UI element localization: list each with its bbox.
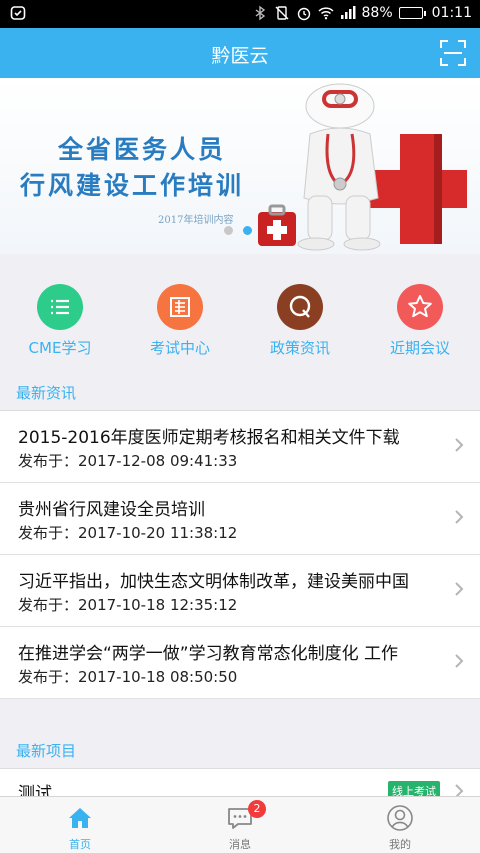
signal-icon [340,6,356,19]
carousel-dot[interactable] [224,226,233,235]
clock: 01:11 [431,5,472,21]
bluetooth-icon [255,5,265,21]
quick-link-exam[interactable]: 考试中心 [120,254,240,372]
news-title: 习近平指出，加快生态文明体制改革，建设美丽中国 [18,572,409,592]
chevron-right-icon [455,510,464,524]
news-item[interactable]: 在推进学会“两学一做”学习教育常态化制度化 工作 发布于：2017-10-18 … [0,627,480,699]
tab-messages[interactable]: 2 消息 [160,797,320,853]
vibrate-off-icon [275,6,289,20]
list-icon [37,284,83,330]
quick-link-label: 近期会议 [389,339,450,357]
tab-label: 首页 [69,838,91,851]
tab-profile[interactable]: 我的 [320,797,480,853]
quick-link-label: 政策资讯 [269,339,330,357]
news-date: 发布于：2017-12-08 09:41:33 [18,452,238,470]
carousel-indicator [224,226,252,235]
quick-link-cme[interactable]: CME学习 [0,254,120,372]
news-title: 贵州省行风建设全员培训 [18,500,205,520]
doctor-illustration [258,83,467,251]
news-title: 在推进学会“两学一做”学习教育常态化制度化 工作 [18,644,399,664]
chevron-right-icon [455,582,464,596]
chevron-right-icon [455,438,464,452]
projects-section-title: 最新项目 [16,742,77,760]
bottom-tab-bar: 首页 2 消息 我的 [0,796,480,853]
battery-percent: 88% [361,5,393,21]
banner-headline-2: 行风建设工作培训 [20,171,245,200]
banner-headline-1: 全省医务人员 [58,135,227,164]
home-icon [69,808,91,828]
quick-links: CME学习 考试中心 政策资讯 近期会议 [0,254,480,372]
exam-sheet-icon [157,284,203,330]
news-date: 发布于：2017-10-20 11:38:12 [18,524,238,542]
banner-subtitle: 2017年培训内容 [158,215,234,226]
tab-label: 消息 [229,838,251,851]
chevron-right-icon [455,654,464,668]
star-icon [397,284,443,330]
app-header: 黔医云 [0,28,480,78]
tab-label: 我的 [389,838,411,851]
q-icon [277,284,323,330]
news-section-title: 最新资讯 [16,384,77,402]
promo-banner[interactable]: 全省医务人员 行风建设工作培训 2017年培训内容 [0,78,480,254]
quick-link-label: 考试中心 [149,339,210,357]
scan-icon[interactable] [440,40,466,66]
quick-link-policy[interactable]: 政策资讯 [240,254,360,372]
quick-link-label: CME学习 [28,339,92,357]
news-item[interactable]: 习近平指出，加快生态文明体制改革，建设美丽中国 发布于：2017-10-18 1… [0,555,480,627]
news-list: 2015-2016年度医师定期考核报名和相关文件下载 发布于：2017-12-0… [0,410,480,699]
quick-link-meetings[interactable]: 近期会议 [360,254,480,372]
page-title: 黔医云 [211,45,269,67]
news-date: 发布于：2017-10-18 08:50:50 [18,668,238,686]
profile-icon [387,805,413,831]
status-bar: 88% 01:11 [0,0,480,28]
news-date: 发布于：2017-10-18 12:35:12 [18,596,238,614]
alarm-icon [297,7,310,21]
carousel-dot-active[interactable] [243,226,252,235]
unread-badge: 2 [248,800,266,818]
shield-icon [10,5,26,25]
battery-icon [398,7,426,19]
news-item[interactable]: 2015-2016年度医师定期考核报名和相关文件下载 发布于：2017-12-0… [0,411,480,483]
wifi-icon [317,7,334,20]
tab-home[interactable]: 首页 [0,797,160,853]
news-item[interactable]: 贵州省行风建设全员培训 发布于：2017-10-20 11:38:12 [0,483,480,555]
news-title: 2015-2016年度医师定期考核报名和相关文件下载 [18,428,400,448]
